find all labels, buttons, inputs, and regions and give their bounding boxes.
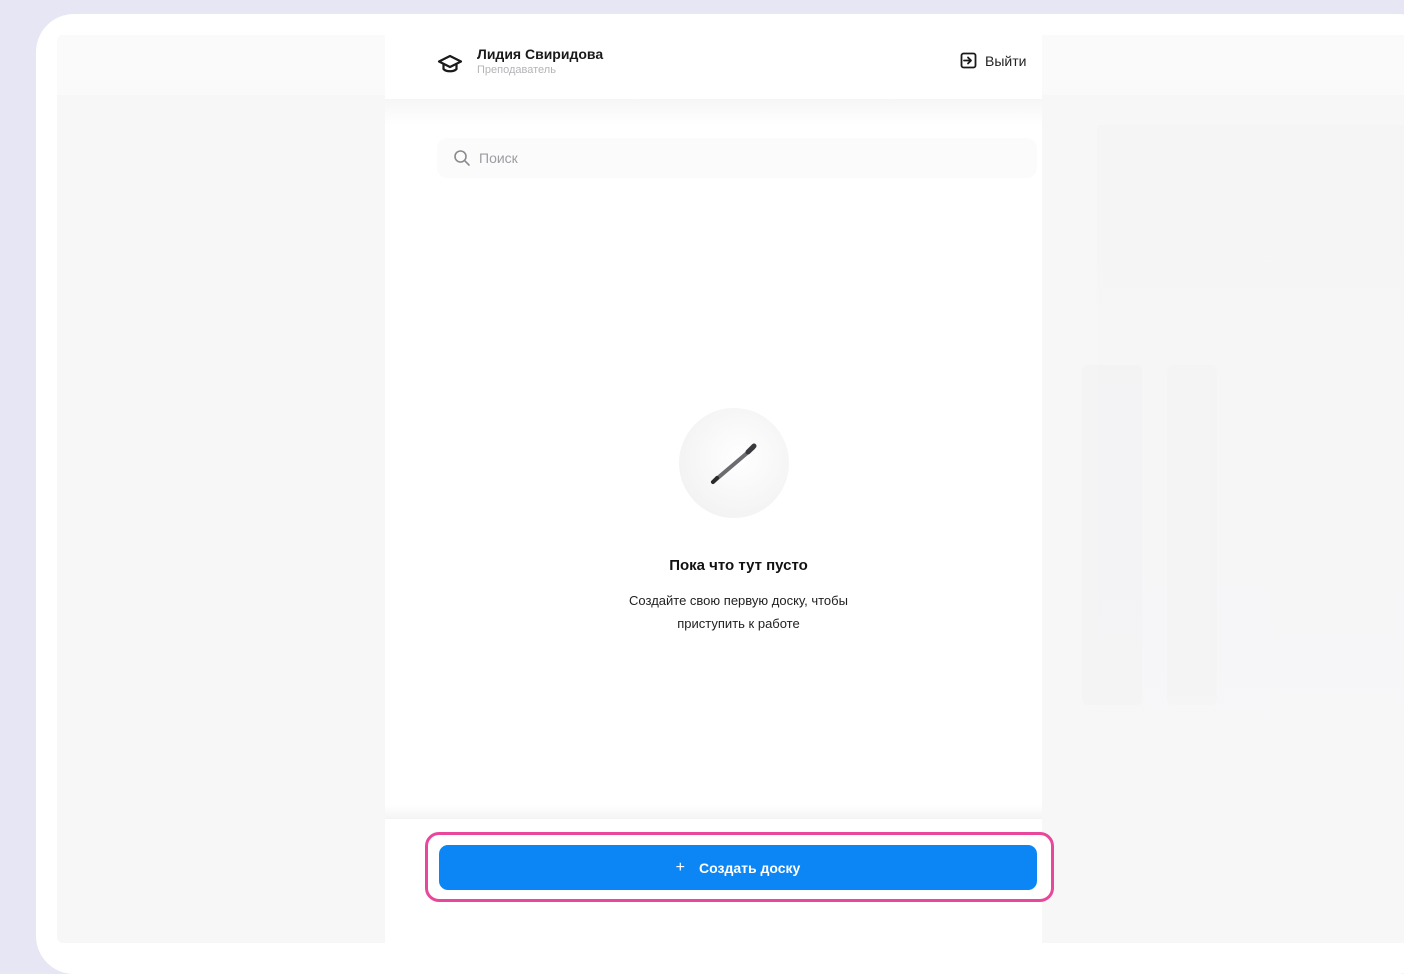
backdrop-column xyxy=(1167,365,1217,705)
search-input[interactable] xyxy=(479,150,979,166)
footer-divider xyxy=(385,805,1042,819)
empty-state-illustration xyxy=(679,408,789,518)
user-role: Преподаватель xyxy=(477,64,556,76)
boards-panel: Лидия Свиридова Преподаватель Выйти Пока… xyxy=(385,35,1042,943)
empty-state-description-line: Создайте свою первую доску, чтобы xyxy=(629,593,848,608)
empty-state-description: Создайте свою первую доску, чтобы присту… xyxy=(385,589,1092,635)
graduation-cap-icon xyxy=(437,54,463,73)
backdrop-panel xyxy=(1097,125,1404,825)
user-text: Лидия Свиридова Преподаватель xyxy=(477,46,603,77)
search-field[interactable] xyxy=(437,138,1037,178)
search-icon xyxy=(454,150,470,166)
logout-button[interactable]: Выйти xyxy=(960,52,1026,69)
user-name: Лидия Свиридова xyxy=(477,46,604,62)
create-board-button[interactable]: + Создать доску xyxy=(439,845,1037,890)
backdrop-column xyxy=(1082,365,1142,705)
header-divider xyxy=(385,99,1042,125)
plus-icon: + xyxy=(675,858,686,876)
empty-state-description-line: приступить к работе xyxy=(677,616,800,631)
empty-state-title: Пока что тут пусто xyxy=(669,557,808,574)
logout-label: Выйти xyxy=(985,52,1027,69)
create-board-label: Создать доску xyxy=(699,859,801,876)
pencil-icon xyxy=(711,443,757,484)
logout-icon xyxy=(960,52,977,69)
user-profile: Лидия Свиридова Преподаватель xyxy=(437,46,603,77)
